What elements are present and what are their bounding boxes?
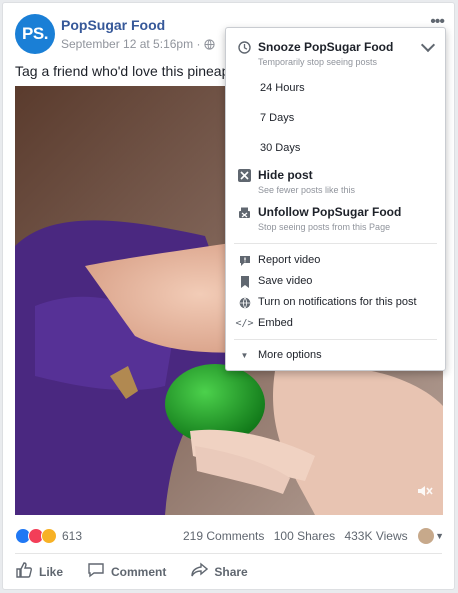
views-count: 433K Views [344,529,408,543]
more-options-item[interactable]: ▼ More options [226,347,445,365]
report-video-label: Report video [258,254,321,266]
unfollow-icon [238,206,251,219]
avatar-logo-text: PS. [22,24,48,43]
post-timestamp[interactable]: September 12 at 5:16pm [61,37,193,51]
embed-label: Embed [258,317,293,329]
reactions-summary[interactable]: 613 [15,527,82,545]
unfollow-item[interactable]: Unfollow PopSugar Food Stop seeing posts… [226,205,445,237]
report-icon [238,254,251,267]
post-options-menu: Snooze PopSugar Food Temporarily stop se… [225,27,446,371]
menu-divider [234,243,437,244]
reaction-count: 613 [62,529,83,543]
unfollow-title: Unfollow PopSugar Food [258,205,402,219]
snooze-title: Snooze PopSugar Food [258,40,394,54]
shares-count[interactable]: 100 Shares [274,529,335,543]
share-label: Share [214,564,248,579]
save-video-item[interactable]: Save video [226,273,445,291]
chevron-down-icon[interactable] [420,37,436,53]
snooze-item[interactable]: Snooze PopSugar Food Temporarily stop se… [226,37,445,72]
more-options-label: More options [258,349,322,361]
menu-divider [234,339,437,340]
snooze-duration-option[interactable]: 30 Days [226,140,445,160]
like-button[interactable]: Like [15,561,63,582]
caret-down-icon[interactable]: ▼ [435,531,444,541]
report-video-item[interactable]: Report video [226,252,445,270]
post-meta: September 12 at 5:16pm · [61,37,215,53]
snooze-subtitle: Temporarily stop seeing posts [258,57,378,67]
duration-label: 7 Days [260,112,295,124]
embed-item[interactable]: </> Embed [226,315,445,333]
duration-label: 30 Days [260,142,301,154]
meta-separator: · [196,37,201,51]
hide-post-title: Hide post [258,168,313,182]
clock-icon [238,41,251,54]
hide-post-item[interactable]: Hide post See fewer posts like this [226,168,445,200]
share-button[interactable]: Share [190,561,248,582]
caret-down-icon: ▼ [240,351,249,360]
page-avatar[interactable]: PS. [15,14,55,54]
wow-reaction-icon [41,528,57,544]
bookmark-icon [238,275,251,288]
hide-x-icon [238,169,251,182]
post-actions: Like Comment Share [15,561,248,582]
globe-icon [204,39,215,53]
snooze-duration-option[interactable]: 7 Days [226,110,445,130]
viewer-avatar[interactable] [418,528,434,544]
duration-label: 24 Hours [260,82,305,94]
hide-post-subtitle: See fewer posts like this [258,185,356,195]
share-arrow-icon [190,561,209,582]
mute-icon[interactable] [417,484,433,501]
code-icon: </> [235,318,254,329]
comment-label: Comment [111,564,167,579]
post-text: Tag a friend who'd love this pineapple [15,63,249,79]
page-name-link[interactable]: PopSugar Food [61,17,165,33]
comment-button[interactable]: Comment [87,561,166,582]
snooze-duration-option[interactable]: 24 Hours [226,80,445,100]
thumbs-up-icon [15,561,33,582]
divider [15,553,442,554]
save-video-label: Save video [258,275,313,287]
notifications-item[interactable]: Turn on notifications for this post [226,294,445,312]
globe-icon [238,296,251,309]
notifications-label: Turn on notifications for this post [258,296,417,308]
comments-count[interactable]: 219 Comments [183,529,264,543]
post-stats: 219 Comments 100 Shares 433K Views [183,529,414,543]
comment-bubble-icon [87,561,105,582]
unfollow-subtitle: Stop seeing posts from this Page [258,222,391,232]
like-label: Like [39,564,64,579]
